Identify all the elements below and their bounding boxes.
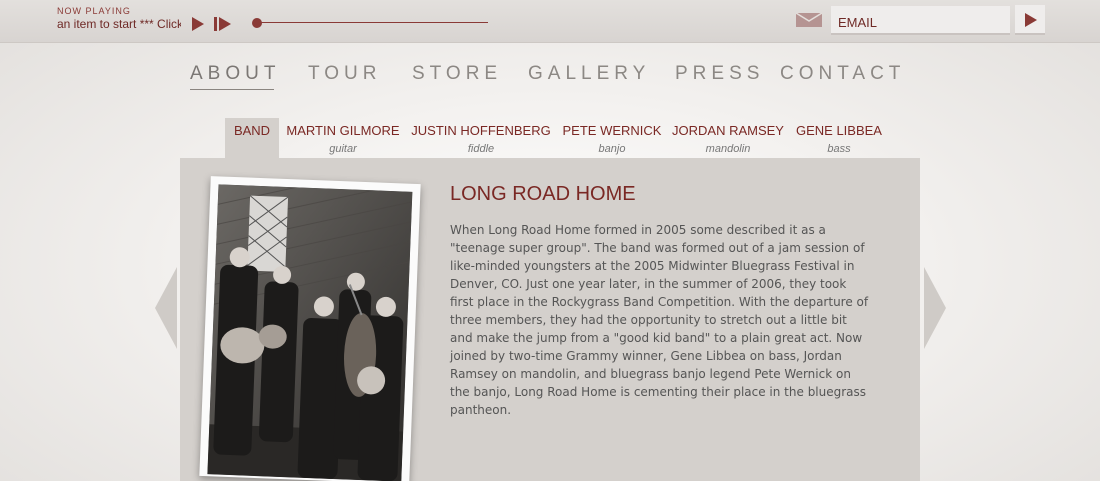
tab-role: fiddle	[467, 143, 495, 155]
nav-item-gallery[interactable]: GALLERY	[528, 63, 650, 85]
next-arrow-icon[interactable]	[924, 267, 946, 349]
progress-handle[interactable]	[252, 18, 262, 28]
skip-next-button[interactable]	[214, 16, 232, 31]
tab-gene-libbea[interactable]: GENE LIBBEA bass	[792, 118, 886, 158]
nav-item-store[interactable]: STORE	[412, 63, 502, 85]
tab-martin-gilmore[interactable]: MARTIN GILMORE guitar	[284, 118, 402, 158]
tab-role: mandolin	[705, 143, 751, 155]
tab-pete-wernick[interactable]: PETE WERNICK banjo	[560, 118, 664, 158]
envelope-icon	[796, 13, 822, 27]
band-photo-frame	[199, 176, 421, 481]
tab-label: BAND	[233, 123, 271, 138]
band-photo-image	[207, 184, 413, 481]
tab-label: PETE WERNICK	[562, 123, 662, 138]
band-photo	[207, 184, 413, 481]
band-bio: When Long Road Home formed in 2005 some …	[450, 223, 869, 417]
nav-item-tour[interactable]: TOUR	[308, 63, 381, 85]
tab-band[interactable]: BAND	[225, 118, 279, 158]
page-title: LONG ROAD HOME	[450, 183, 636, 205]
tab-label: MARTIN GILMORE	[286, 123, 400, 138]
tab-role: guitar	[329, 143, 357, 155]
email-field[interactable]	[831, 6, 1010, 35]
progress-slider[interactable]	[252, 17, 488, 29]
tab-label: JORDAN RAMSEY	[672, 123, 784, 138]
play-button[interactable]	[191, 16, 205, 31]
main-nav: ABOUT TOUR STORE GALLERY PRESS CONTACT	[0, 63, 1100, 95]
tab-jordan-ramsey[interactable]: JORDAN RAMSEY mandolin	[672, 118, 784, 158]
tab-label: GENE LIBBEA	[796, 123, 882, 138]
play-icon	[192, 17, 204, 31]
progress-track	[256, 22, 488, 23]
now-playing-label: NOW PLAYING	[57, 6, 131, 16]
skip-next-icon	[214, 17, 231, 31]
email-submit-button[interactable]	[1015, 5, 1045, 35]
now-playing-track: an item to start *** Click	[57, 17, 181, 31]
previous-arrow-icon[interactable]	[155, 267, 177, 349]
player-bar: NOW PLAYING an item to start *** Click	[0, 0, 1100, 43]
nav-item-about[interactable]: ABOUT	[190, 63, 280, 85]
nav-item-contact[interactable]: CONTACT	[780, 63, 905, 85]
tab-justin-hoffenberg[interactable]: JUSTIN HOFFENBERG fiddle	[410, 118, 552, 158]
tab-label: JUSTIN HOFFENBERG	[411, 123, 551, 138]
nav-item-press[interactable]: PRESS	[675, 63, 764, 85]
nav-active-underline	[190, 89, 274, 90]
tab-role: banjo	[598, 143, 626, 155]
arrow-right-icon	[1025, 13, 1037, 27]
tab-role: bass	[827, 143, 851, 155]
